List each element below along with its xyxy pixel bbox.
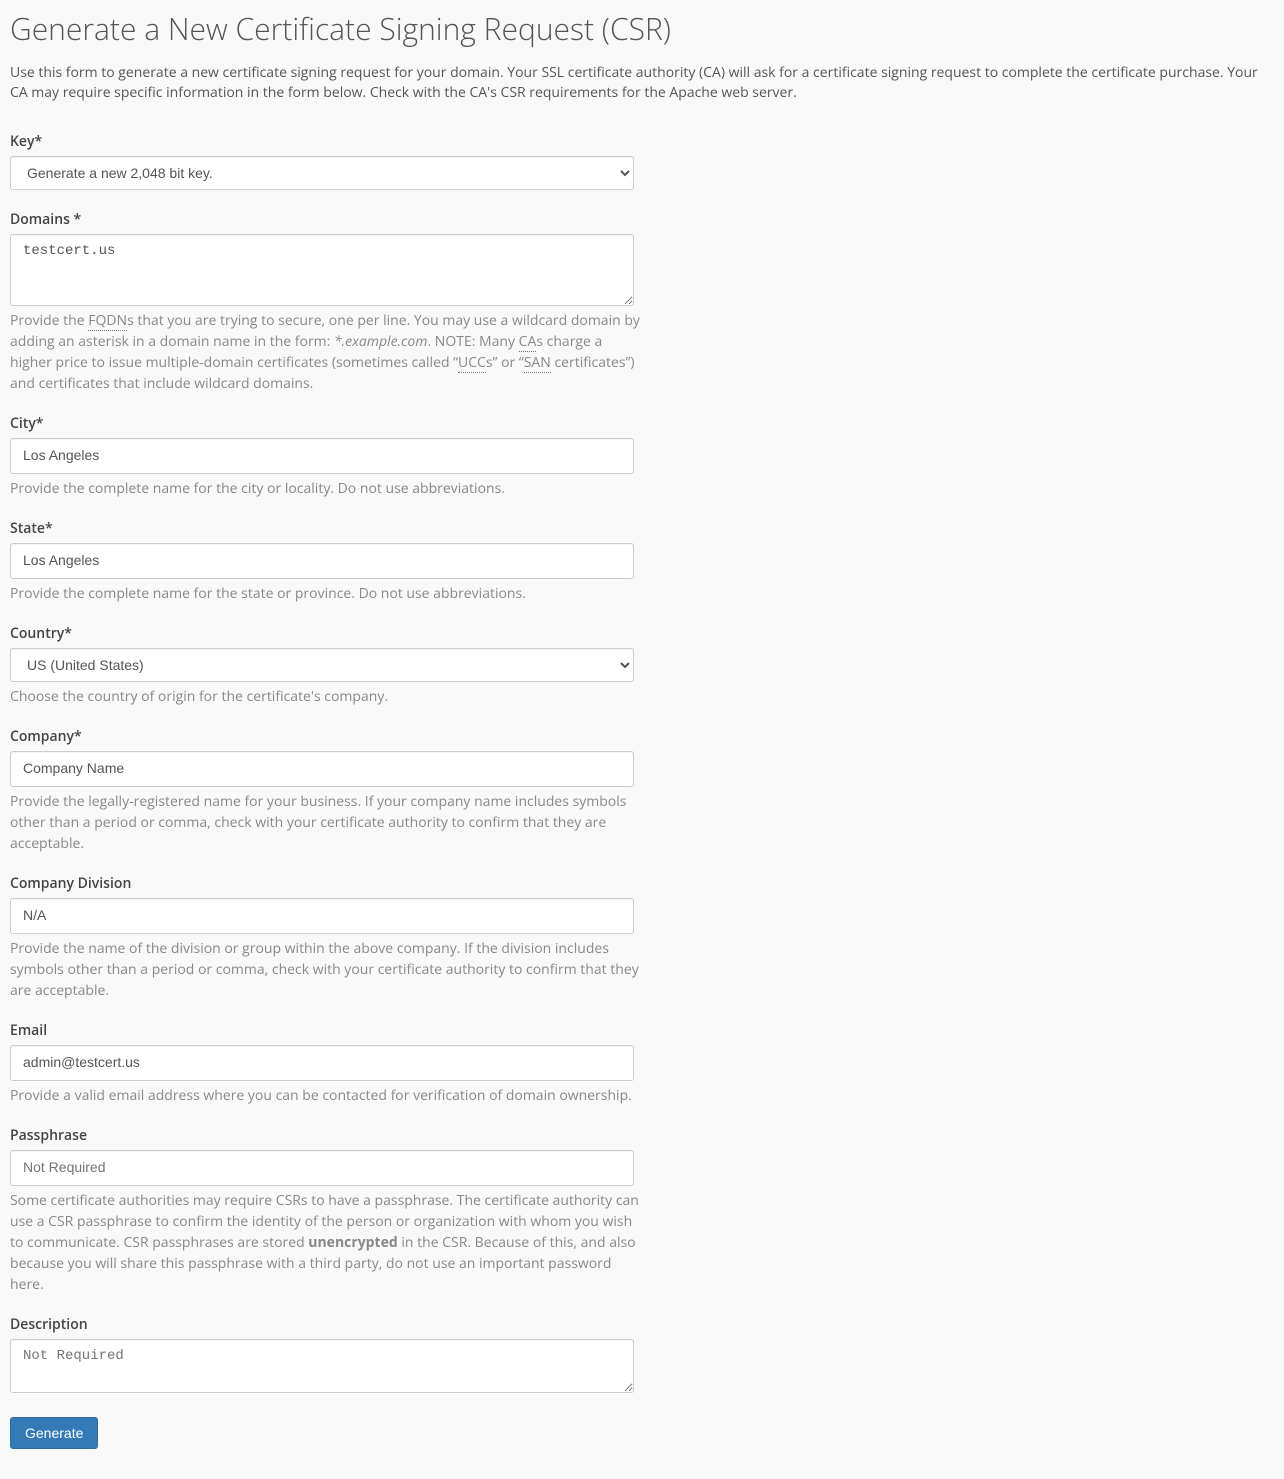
domains-label: Domains *: [10, 210, 646, 229]
page-title: Generate a New Certificate Signing Reque…: [10, 8, 1274, 49]
company-input[interactable]: [10, 751, 634, 787]
state-input[interactable]: [10, 543, 634, 579]
description-textarea[interactable]: [10, 1339, 634, 1393]
email-help: Provide a valid email address where you …: [10, 1085, 646, 1106]
company-help: Provide the legally-registered name for …: [10, 791, 646, 854]
passphrase-help: Some certificate authorities may require…: [10, 1190, 646, 1295]
passphrase-input[interactable]: [10, 1150, 634, 1186]
division-input[interactable]: [10, 898, 634, 934]
email-label: Email: [10, 1021, 646, 1040]
description-label: Description: [10, 1315, 646, 1334]
state-label: State*: [10, 519, 646, 538]
passphrase-help-strong: unencrypted: [308, 1233, 397, 1252]
division-help: Provide the name of the division or grou…: [10, 938, 646, 1001]
domains-help-text: . NOTE: Many: [427, 332, 518, 351]
generate-button[interactable]: Generate: [10, 1417, 98, 1449]
passphrase-label: Passphrase: [10, 1126, 646, 1145]
key-label: Key*: [10, 132, 646, 151]
domains-help-text: Provide the: [10, 311, 88, 330]
email-input[interactable]: [10, 1045, 634, 1081]
country-help: Choose the country of origin for the cer…: [10, 686, 646, 707]
abbr-ca: CA: [519, 332, 537, 352]
country-select[interactable]: US (United States): [10, 648, 634, 682]
division-label: Company Division: [10, 874, 646, 893]
domains-help: Provide the FQDNs that you are trying to…: [10, 310, 646, 394]
city-input[interactable]: [10, 438, 634, 474]
domains-help-example: *.example.com: [334, 332, 428, 351]
page-intro: Use this form to generate a new certific…: [10, 63, 1274, 104]
city-label: City*: [10, 414, 646, 433]
city-help: Provide the complete name for the city o…: [10, 478, 646, 499]
abbr-ucc: UCC: [458, 353, 486, 373]
abbr-fqdn: FQDN: [88, 311, 127, 331]
country-label: Country*: [10, 624, 646, 643]
company-label: Company*: [10, 727, 646, 746]
abbr-san: SAN: [524, 353, 551, 373]
state-help: Provide the complete name for the state …: [10, 583, 646, 604]
key-select[interactable]: Generate a new 2,048 bit key.: [10, 156, 634, 190]
domains-textarea[interactable]: <span></span>: [10, 234, 634, 306]
domains-help-text: s” or “: [486, 353, 524, 372]
